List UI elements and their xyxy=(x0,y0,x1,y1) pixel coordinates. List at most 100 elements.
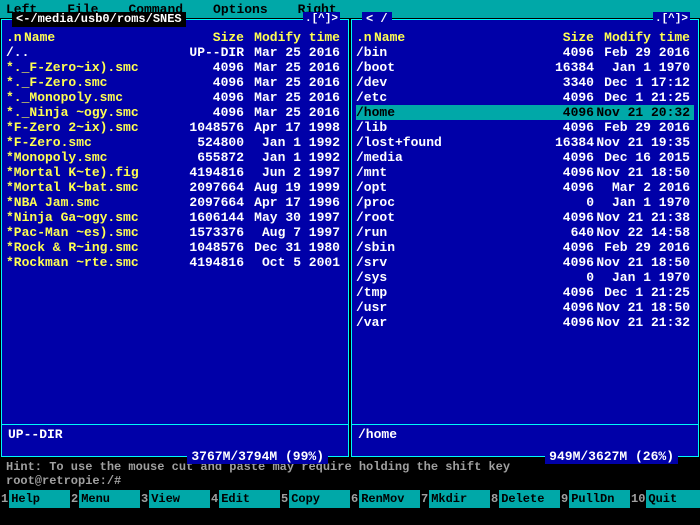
fkey-number: 4 xyxy=(210,490,219,508)
fkey-label: Quit xyxy=(646,490,700,508)
list-item[interactable]: *Mortal K~te).fig4194816Jun 2 1997 xyxy=(6,165,344,180)
left-panel[interactable]: <-/media/usb0/roms/SNES .[^]> .n Name Si… xyxy=(1,19,349,457)
file-name: /boot xyxy=(356,60,524,75)
list-item[interactable]: /..UP--DIRMar 25 2016 xyxy=(6,45,344,60)
right-column-headers: .n Name Size Modify time xyxy=(352,28,698,45)
list-item[interactable]: /usr4096Nov 21 18:50 xyxy=(356,300,694,315)
list-item[interactable]: /etc4096Dec 1 21:25 xyxy=(356,90,694,105)
file-size: 655872 xyxy=(174,150,244,165)
list-item[interactable]: *._Monopoly.smc4096Mar 25 2016 xyxy=(6,90,344,105)
file-modify: Jan 1 1992 xyxy=(244,150,344,165)
fkey-quit[interactable]: 10Quit xyxy=(630,490,700,508)
list-item[interactable]: /sbin4096Feb 29 2016 xyxy=(356,240,694,255)
col-modify: Modify time xyxy=(244,30,344,45)
list-item[interactable]: *._Ninja ~ogy.smc4096Mar 25 2016 xyxy=(6,105,344,120)
file-size: 4096 xyxy=(524,45,594,60)
list-item[interactable]: *Ninja Ga~ogy.smc1606144May 30 1997 xyxy=(6,210,344,225)
list-item[interactable]: *Rock & R~ing.smc1048576Dec 31 1980 xyxy=(6,240,344,255)
right-panel[interactable]: < / .[^]> .n Name Size Modify time /bin4… xyxy=(351,19,699,457)
list-item[interactable]: /boot16384Jan 1 1970 xyxy=(356,60,694,75)
list-item[interactable]: /root4096Nov 21 21:38 xyxy=(356,210,694,225)
file-modify: Feb 29 2016 xyxy=(594,240,694,255)
fkey-label: Mkdir xyxy=(429,490,490,508)
list-item[interactable]: /dev3340Dec 1 17:12 xyxy=(356,75,694,90)
left-panel-corner[interactable]: .[^]> xyxy=(303,12,340,27)
list-item[interactable]: /proc0Jan 1 1970 xyxy=(356,195,694,210)
fkey-copy[interactable]: 5Copy xyxy=(280,490,350,508)
list-item[interactable]: /lib4096Feb 29 2016 xyxy=(356,120,694,135)
shell-prompt[interactable]: root@retropie:/# xyxy=(0,474,700,490)
fkey-number: 9 xyxy=(560,490,569,508)
fkey-delete[interactable]: 8Delete xyxy=(490,490,560,508)
fkey-edit[interactable]: 4Edit xyxy=(210,490,280,508)
file-size: 4096 xyxy=(524,165,594,180)
list-item[interactable]: *NBA Jam.smc2097664Apr 17 1996 xyxy=(6,195,344,210)
list-item[interactable]: /media4096Dec 16 2015 xyxy=(356,150,694,165)
fkey-mkdir[interactable]: 7Mkdir xyxy=(420,490,490,508)
file-name: /opt xyxy=(356,180,524,195)
list-item[interactable]: *Pac-Man ~es).smc1573376Aug 7 1997 xyxy=(6,225,344,240)
list-item[interactable]: /lost+found16384Nov 21 19:35 xyxy=(356,135,694,150)
fkey-number: 1 xyxy=(0,490,9,508)
list-item[interactable]: /run640Nov 22 14:58 xyxy=(356,225,694,240)
fkey-label: View xyxy=(149,490,210,508)
file-name: /sys xyxy=(356,270,524,285)
file-modify: Jan 1 1992 xyxy=(244,135,344,150)
file-size: 3340 xyxy=(524,75,594,90)
file-size: 4096 xyxy=(174,105,244,120)
list-item[interactable]: /mnt4096Nov 21 18:50 xyxy=(356,165,694,180)
file-modify: Aug 19 1999 xyxy=(244,180,344,195)
list-item[interactable]: *Rockman ~rte.smc4194816Oct 5 2001 xyxy=(6,255,344,270)
list-item[interactable]: *F-Zero 2~ix).smc1048576Apr 17 1998 xyxy=(6,120,344,135)
list-item[interactable]: *Mortal K~bat.smc2097664Aug 19 1999 xyxy=(6,180,344,195)
file-name: /home xyxy=(356,105,524,120)
fkey-label: Help xyxy=(9,490,70,508)
file-name: *Ninja Ga~ogy.smc xyxy=(6,210,174,225)
file-modify: Dec 1 21:25 xyxy=(594,285,694,300)
file-name: *._F-Zero.smc xyxy=(6,75,174,90)
fkey-renmov[interactable]: 6RenMov xyxy=(350,490,420,508)
list-item[interactable]: /tmp4096Dec 1 21:25 xyxy=(356,285,694,300)
file-size: 524800 xyxy=(174,135,244,150)
fkey-menu[interactable]: 2Menu xyxy=(70,490,140,508)
left-file-list[interactable]: /..UP--DIRMar 25 2016*._F-Zero~ix).smc40… xyxy=(2,45,348,424)
file-modify: Dec 31 1980 xyxy=(244,240,344,255)
right-panel-corner[interactable]: .[^]> xyxy=(653,12,690,27)
list-item[interactable]: /bin4096Feb 29 2016 xyxy=(356,45,694,60)
list-item[interactable]: /sys0Jan 1 1970 xyxy=(356,270,694,285)
file-name: *F-Zero.smc xyxy=(6,135,174,150)
file-modify: Nov 21 20:32 xyxy=(594,105,694,120)
file-modify: Oct 5 2001 xyxy=(244,255,344,270)
file-name: /mnt xyxy=(356,165,524,180)
list-item[interactable]: *._F-Zero.smc4096Mar 25 2016 xyxy=(6,75,344,90)
file-modify: Nov 22 14:58 xyxy=(594,225,694,240)
left-panel-path: <-/media/usb0/roms/SNES xyxy=(12,12,186,27)
list-item[interactable]: *._F-Zero~ix).smc4096Mar 25 2016 xyxy=(6,60,344,75)
col-name: Name xyxy=(24,30,174,45)
file-name: /sbin xyxy=(356,240,524,255)
file-size: 1048576 xyxy=(174,120,244,135)
right-panel-footer: /home 949M/3627M (26%) xyxy=(352,424,698,456)
left-footer-text: UP--DIR xyxy=(8,427,63,442)
file-modify: Mar 25 2016 xyxy=(244,60,344,75)
list-item[interactable]: /var4096Nov 21 21:32 xyxy=(356,315,694,330)
fkey-number: 8 xyxy=(490,490,499,508)
right-file-list[interactable]: /bin4096Feb 29 2016/boot16384Jan 1 1970/… xyxy=(352,45,698,424)
file-size: 4096 xyxy=(524,285,594,300)
fkey-label: Menu xyxy=(79,490,140,508)
file-size: 0 xyxy=(524,195,594,210)
fkey-help[interactable]: 1Help xyxy=(0,490,70,508)
left-panel-footer: UP--DIR 3767M/3794M (99%) xyxy=(2,424,348,456)
menu-options[interactable]: Options xyxy=(213,2,268,16)
list-item[interactable]: *Monopoly.smc655872Jan 1 1992 xyxy=(6,150,344,165)
fkey-pulldn[interactable]: 9PullDn xyxy=(560,490,630,508)
file-size: 4096 xyxy=(524,255,594,270)
list-item[interactable]: /opt4096Mar 2 2016 xyxy=(356,180,694,195)
fkey-view[interactable]: 3View xyxy=(140,490,210,508)
file-name: /usr xyxy=(356,300,524,315)
file-name: *NBA Jam.smc xyxy=(6,195,174,210)
list-item[interactable]: /srv4096Nov 21 18:50 xyxy=(356,255,694,270)
list-item[interactable]: /home4096Nov 21 20:32 xyxy=(356,105,694,120)
list-item[interactable]: *F-Zero.smc524800Jan 1 1992 xyxy=(6,135,344,150)
file-size: 4096 xyxy=(174,60,244,75)
